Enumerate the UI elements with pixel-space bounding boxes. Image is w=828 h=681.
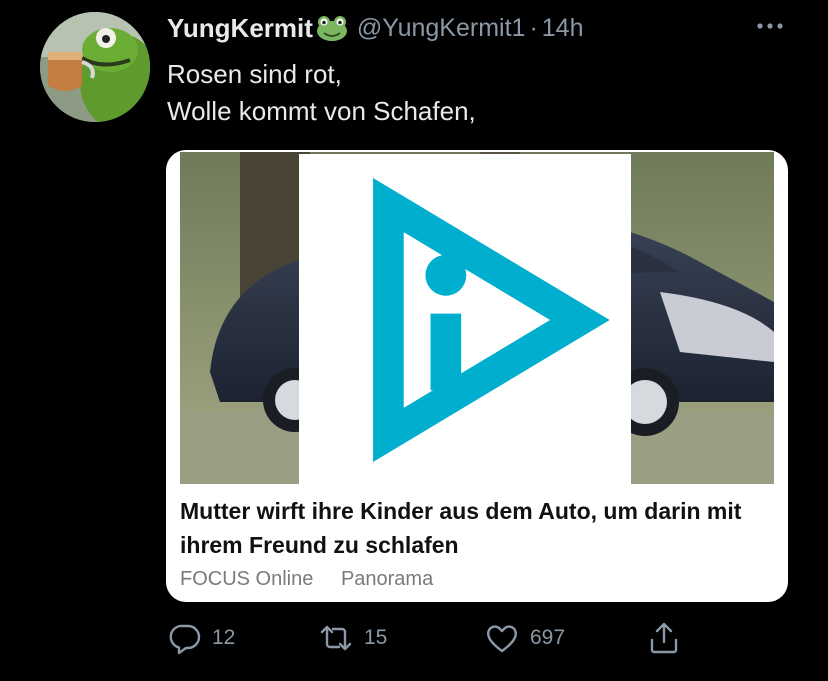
tweet-actions: 12 15 697 — [166, 618, 726, 658]
like-button[interactable]: 697 — [484, 618, 565, 658]
share-button[interactable] — [646, 618, 682, 658]
card-title[interactable]: Mutter wirft ihre Kinder aus dem Auto, u… — [180, 494, 780, 562]
reply-icon — [169, 624, 201, 655]
more-options-icon[interactable] — [753, 16, 787, 36]
timestamp[interactable]: 14h — [542, 14, 584, 43]
reply-count: 12 — [212, 626, 236, 649]
retweet-count: 15 — [364, 626, 388, 649]
card-image[interactable] — [180, 152, 774, 484]
card-source: FOCUS Online — [180, 568, 314, 590]
frog-face-icon — [316, 16, 347, 41]
share-icon — [650, 622, 678, 654]
retweet-icon — [320, 625, 352, 651]
tweet-text: Rosen sind rot, Wolle kommt von Schafen, — [167, 56, 476, 130]
like-count: 697 — [530, 626, 566, 649]
reply-button[interactable]: 12 — [166, 618, 235, 658]
tweet-header: YungKermit @YungKermit1 · 14h — [167, 10, 584, 46]
avatar-image — [40, 12, 150, 122]
tweet[interactable]: YungKermit @YungKermit1 · 14h Rosen sind… — [0, 0, 828, 681]
card-meta: FOCUS Online Panorama — [180, 568, 455, 591]
link-card[interactable]: Mutter wirft ihre Kinder aus dem Auto, u… — [166, 150, 788, 602]
separator-dot: · — [529, 13, 538, 42]
avatar[interactable] — [40, 12, 150, 122]
heart-icon — [487, 625, 517, 653]
tweet-text-line: Wolle kommt von Schafen, — [167, 96, 476, 126]
card-category: Panorama — [340, 568, 434, 590]
retweet-button[interactable]: 15 — [318, 618, 387, 658]
tweet-text-line: Rosen sind rot, — [167, 59, 342, 89]
display-name[interactable]: YungKermit — [167, 13, 313, 44]
user-handle[interactable]: @YungKermit1 — [357, 14, 526, 43]
adchoices-icon[interactable] — [180, 154, 762, 484]
